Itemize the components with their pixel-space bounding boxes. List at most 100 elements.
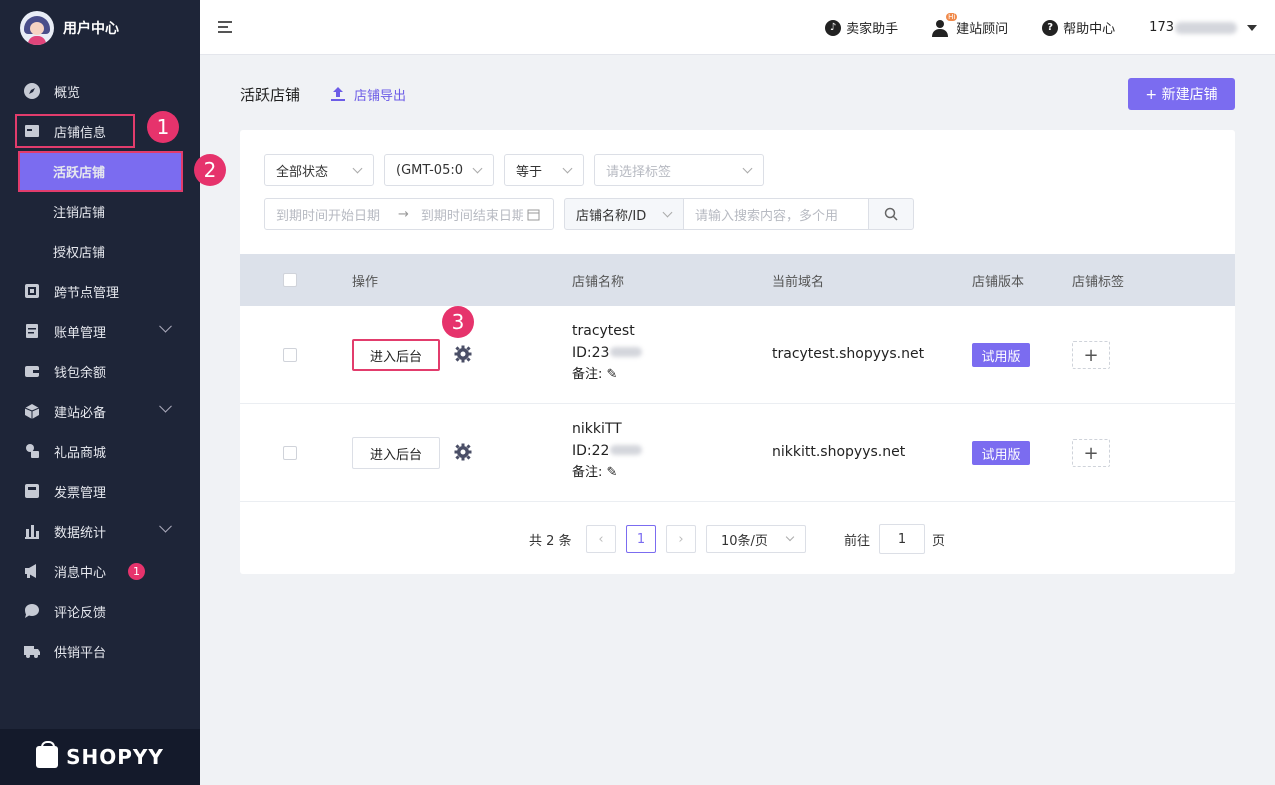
header-version: 店铺版本	[972, 274, 1025, 290]
export-stores-button[interactable]: 店铺导出	[330, 85, 406, 104]
store-id: ID:22	[572, 440, 643, 462]
add-tag-button[interactable]: +	[1072, 341, 1110, 369]
top-bar: ♪ 卖家助手 Hi 建站顾问 ? 帮助中心 173	[200, 0, 1275, 55]
chevron-down-icon	[159, 319, 172, 333]
brand-logo-text: SHOPYY	[66, 745, 164, 769]
help-center-link[interactable]: ? 帮助中心	[1042, 18, 1115, 37]
search-field-select[interactable]: 店铺名称/ID	[564, 198, 684, 230]
avatar[interactable]	[20, 10, 54, 45]
sidebar-item-label: 供销平台	[54, 645, 107, 661]
menu-toggle-icon[interactable]	[218, 21, 232, 33]
sidebar-title: 用户中心	[63, 20, 119, 37]
page-header: 活跃店铺 店铺导出 + 新建店铺	[240, 78, 1235, 110]
store-name: tracytest	[572, 323, 635, 339]
consultant-label: 建站顾问	[956, 22, 1009, 37]
gear-icon[interactable]	[454, 345, 472, 363]
store-id-text: ID:22	[572, 443, 610, 459]
account-number: 173	[1149, 20, 1174, 35]
sidebar-item-cross-node[interactable]: 跨节点管理	[0, 271, 200, 311]
store-domain[interactable]: nikkitt.shopyys.net	[772, 444, 905, 460]
sidebar-item-overview[interactable]: 概览	[0, 71, 200, 111]
sidebar-item-statistics[interactable]: 数据统计	[0, 511, 200, 551]
upload-icon	[331, 87, 346, 101]
cube-icon	[24, 404, 40, 419]
enter-admin-button[interactable]: 进入后台	[352, 339, 440, 371]
date-start-input[interactable]: 到期时间开始日期	[276, 205, 386, 224]
sidebar-subitem-authorized-stores[interactable]: 授权店铺	[0, 231, 200, 271]
row-checkbox[interactable]	[283, 348, 297, 362]
note-label: 备注:	[572, 367, 603, 382]
consultant-link[interactable]: Hi 建站顾问	[932, 13, 1009, 37]
caret-down-icon	[1247, 24, 1257, 31]
sidebar-item-label: 数据统计	[54, 525, 107, 541]
table-row: 进入后台 nikkiTT ID:22 备注: ✎ nikkitt.shopyys…	[240, 404, 1235, 502]
tag-placeholder: 请选择标签	[606, 164, 672, 180]
operator-select[interactable]: 等于	[504, 154, 584, 186]
version-badge: 试用版	[972, 343, 1030, 367]
search-input[interactable]: 请输入搜索内容，多个用	[683, 198, 869, 230]
pencil-icon[interactable]: ✎	[607, 465, 618, 480]
node-icon	[25, 284, 39, 298]
sidebar-item-supply[interactable]: 供销平台	[0, 631, 200, 671]
status-select[interactable]: 全部状态	[264, 154, 374, 186]
chevron-down-icon	[742, 163, 753, 174]
chevron-down-icon	[472, 163, 483, 174]
seller-helper-link[interactable]: ♪ 卖家助手	[825, 18, 898, 37]
brand-footer: SHOPYY	[0, 729, 200, 785]
sidebar-menu: 概览 店铺信息 活跃店铺 注销店铺 授权店铺 跨节点管理 账单管理 钱包余额 建…	[0, 71, 200, 671]
header-actions: 操作	[352, 274, 379, 290]
truck-icon	[24, 646, 40, 658]
sidebar-item-billing[interactable]: 账单管理	[0, 311, 200, 351]
sidebar-subitem-active-stores[interactable]: 活跃店铺	[18, 150, 183, 192]
row-checkbox[interactable]	[283, 446, 297, 460]
store-note[interactable]: 备注: ✎	[572, 364, 642, 386]
account-menu[interactable]: 173	[1149, 20, 1257, 35]
tag-select[interactable]: 请选择标签	[594, 154, 764, 186]
new-store-button[interactable]: + 新建店铺	[1128, 78, 1235, 110]
invoice-icon	[25, 484, 39, 498]
timezone-value: (GMT-05:0	[396, 162, 463, 178]
date-end-input[interactable]: 到期时间结束日期	[421, 205, 523, 224]
store-domain[interactable]: tracytest.shopyys.net	[772, 346, 924, 362]
chevron-down-icon	[352, 163, 363, 174]
sidebar-item-gift-mall[interactable]: 礼品商城	[0, 431, 200, 471]
select-all-checkbox[interactable]	[283, 273, 297, 287]
header-domain: 当前域名	[772, 274, 825, 290]
prev-page-button[interactable]: ‹	[586, 525, 616, 553]
sidebar-subitem-closed-stores[interactable]: 注销店铺	[0, 191, 200, 231]
page-size-value: 10条/页	[721, 533, 768, 549]
arrow-right-icon: →	[398, 206, 409, 222]
gear-icon[interactable]	[454, 443, 472, 461]
compass-icon	[24, 83, 40, 99]
header-tags: 店铺标签	[1072, 274, 1125, 290]
gift-icon	[26, 444, 39, 458]
sidebar-item-site-essentials[interactable]: 建站必备	[0, 391, 200, 431]
tiktok-icon: ♪	[825, 19, 842, 36]
pencil-icon[interactable]: ✎	[607, 367, 618, 382]
highlight-box	[15, 114, 135, 148]
sidebar-item-reviews[interactable]: 评论反馈	[0, 591, 200, 631]
next-page-button[interactable]: ›	[666, 525, 696, 553]
add-tag-button[interactable]: +	[1072, 439, 1110, 467]
enter-admin-button[interactable]: 进入后台	[352, 437, 440, 469]
page-number-current[interactable]: 1	[626, 525, 656, 553]
sidebar-item-invoice[interactable]: 发票管理	[0, 471, 200, 511]
chevron-down-icon	[562, 163, 573, 174]
store-name: nikkiTT	[572, 421, 622, 437]
page-size-select[interactable]: 10条/页	[706, 525, 806, 553]
sidebar-item-label: 概览	[54, 85, 81, 101]
search-button[interactable]	[868, 198, 914, 230]
sidebar-item-wallet[interactable]: 钱包余额	[0, 351, 200, 391]
timezone-select[interactable]: (GMT-05:0	[384, 154, 494, 186]
goto-page-input[interactable]: 1	[879, 524, 925, 554]
store-note[interactable]: 备注: ✎	[572, 462, 642, 484]
sidebar-item-messages[interactable]: 消息中心 1	[0, 551, 200, 591]
shopping-bag-icon	[36, 741, 59, 768]
sidebar-item-label: 发票管理	[54, 485, 107, 501]
chevron-down-icon	[662, 207, 673, 218]
search-field-value: 店铺名称/ID	[576, 208, 647, 224]
export-label: 店铺导出	[354, 88, 407, 104]
date-range-picker[interactable]: 到期时间开始日期 → 到期时间结束日期	[264, 198, 554, 230]
calendar-icon	[527, 209, 540, 220]
bar-chart-icon	[25, 525, 39, 539]
